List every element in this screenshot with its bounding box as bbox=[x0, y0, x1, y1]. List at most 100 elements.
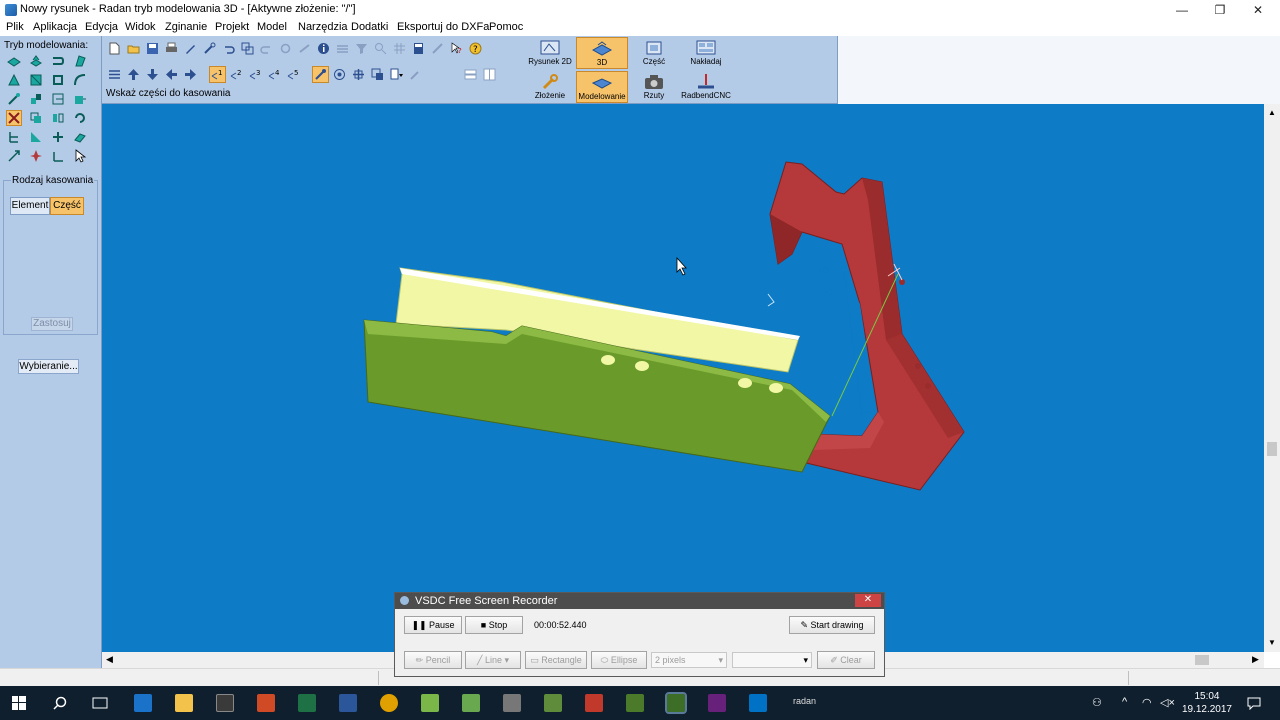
redo-icon[interactable] bbox=[258, 40, 275, 57]
excel-icon[interactable] bbox=[298, 694, 316, 712]
apply-button[interactable]: Zastosuj bbox=[31, 317, 73, 331]
vectric-icon[interactable] bbox=[421, 694, 439, 712]
select-button[interactable]: Wybieranie... bbox=[18, 359, 79, 374]
arrow-up-icon[interactable] bbox=[125, 66, 142, 83]
join-tool-icon[interactable] bbox=[28, 91, 44, 107]
tab-3d[interactable]: 3D bbox=[576, 37, 628, 69]
pointer-tool-icon[interactable] bbox=[72, 148, 88, 164]
page-dropdown-icon[interactable] bbox=[388, 66, 405, 83]
radan-taskbar-icon[interactable] bbox=[665, 692, 687, 714]
word-icon[interactable] bbox=[339, 694, 357, 712]
stop-button[interactable]: ■ Stop bbox=[465, 616, 523, 634]
menu-dodatki[interactable]: Dodatki bbox=[351, 21, 388, 33]
line-tool-button[interactable]: ╱ Line ▾ bbox=[465, 651, 521, 669]
move-tool-icon[interactable] bbox=[50, 129, 66, 145]
task-view-icon[interactable] bbox=[92, 696, 108, 710]
app-icon[interactable] bbox=[544, 694, 562, 712]
save-icon[interactable] bbox=[144, 40, 161, 57]
rotate-tool-icon[interactable] bbox=[72, 110, 88, 126]
notification-icon[interactable] bbox=[1247, 696, 1261, 710]
rectangle-tool-button[interactable]: ▭ Rectangle bbox=[525, 651, 587, 669]
undo-icon[interactable] bbox=[220, 40, 237, 57]
menu-projekt[interactable]: Projekt bbox=[215, 21, 249, 33]
relief-tool-icon[interactable] bbox=[72, 72, 88, 88]
bend-tool-icon[interactable] bbox=[72, 53, 88, 69]
pencil-icon[interactable] bbox=[182, 40, 199, 57]
extrude-tool-icon[interactable] bbox=[6, 53, 22, 69]
wifi-icon[interactable]: ◠ bbox=[1142, 696, 1152, 709]
scroll-up-icon[interactable]: ▲ bbox=[1268, 108, 1276, 117]
vertical-scrollbar[interactable]: ▲ ▼ bbox=[1264, 104, 1280, 652]
view-1-icon[interactable]: 1 bbox=[209, 66, 226, 83]
line-thickness-select[interactable]: 2 pixels ▾ bbox=[651, 652, 727, 668]
arrow-right-icon[interactable] bbox=[182, 66, 199, 83]
color-select[interactable]: ▾ bbox=[732, 652, 812, 668]
sketch-tool-icon[interactable] bbox=[6, 91, 22, 107]
minimize-button[interactable]: — bbox=[1162, 0, 1202, 20]
refresh-icon[interactable] bbox=[277, 40, 294, 57]
view-5-icon[interactable]: 5 bbox=[285, 66, 302, 83]
pause-button[interactable]: ❚❚ Pause bbox=[404, 616, 462, 634]
scroll-down-icon[interactable]: ▼ bbox=[1268, 638, 1276, 647]
filter-icon[interactable] bbox=[353, 40, 370, 57]
view-3-icon[interactable]: 3 bbox=[247, 66, 264, 83]
hem-tool-icon[interactable] bbox=[50, 72, 66, 88]
3d-model-scene[interactable] bbox=[102, 104, 1264, 652]
cut-tool-icon[interactable] bbox=[6, 72, 22, 88]
hierarchy-tool-icon[interactable] bbox=[6, 129, 22, 145]
ellipse-tool-button[interactable]: ⬭ Ellipse bbox=[591, 651, 647, 669]
view-4-icon[interactable]: 4 bbox=[266, 66, 283, 83]
grid-icon[interactable] bbox=[391, 40, 408, 57]
layout-icon[interactable] bbox=[106, 66, 123, 83]
tray-chevron-icon[interactable]: ^ bbox=[1122, 696, 1127, 708]
arrow-down-icon[interactable] bbox=[144, 66, 161, 83]
vertical-scroll-thumb[interactable] bbox=[1267, 442, 1277, 456]
open-folder-icon[interactable] bbox=[125, 40, 142, 57]
menu-widok[interactable]: Widok bbox=[125, 21, 156, 33]
menu-zginanie[interactable]: Zginanie bbox=[165, 21, 207, 33]
unfold-tool-icon[interactable] bbox=[50, 91, 66, 107]
store-icon[interactable] bbox=[216, 694, 234, 712]
tab-zlozenie[interactable]: Złożenie bbox=[524, 71, 576, 103]
tile-horizontal-icon[interactable] bbox=[462, 66, 479, 83]
tab-radbendcnc[interactable]: RadbendCNC bbox=[680, 71, 732, 103]
flange-tool-icon[interactable] bbox=[50, 53, 66, 69]
segment-element[interactable]: Element bbox=[10, 197, 50, 215]
tools-icon[interactable] bbox=[201, 40, 218, 57]
menu-narzedzia[interactable]: Narzędzia bbox=[298, 21, 348, 33]
boss-tool-icon[interactable] bbox=[28, 53, 44, 69]
print-icon[interactable] bbox=[163, 40, 180, 57]
delete-tool-icon[interactable] bbox=[6, 110, 22, 126]
menu-aplikacja[interactable]: Aplikacja bbox=[33, 21, 77, 33]
tab-nakladaj[interactable]: Nakładaj bbox=[680, 37, 732, 69]
clear-button[interactable]: ✐ Clear bbox=[817, 651, 875, 669]
start-drawing-button[interactable]: ✎ Start drawing bbox=[789, 616, 875, 634]
eyedropper-icon[interactable] bbox=[407, 66, 424, 83]
dimension-tool-icon[interactable] bbox=[6, 148, 22, 164]
taskbar-clock[interactable]: 15:04 19.12.2017 bbox=[1182, 690, 1232, 716]
axis-tool-icon[interactable] bbox=[50, 148, 66, 164]
layers-icon[interactable] bbox=[334, 40, 351, 57]
copy-tool-icon[interactable] bbox=[28, 110, 44, 126]
tab-rysunek-2d[interactable]: Rysunek 2D bbox=[524, 37, 576, 69]
menu-pomoc[interactable]: Pomoc bbox=[489, 21, 523, 33]
new-file-icon[interactable] bbox=[106, 40, 123, 57]
pencil-tool-button[interactable]: ✏ Pencil bbox=[404, 651, 462, 669]
target-icon[interactable] bbox=[331, 66, 348, 83]
measure-icon[interactable] bbox=[429, 40, 446, 57]
snap-icon[interactable] bbox=[312, 66, 329, 83]
recorder-close-button[interactable]: ✕ bbox=[855, 594, 881, 607]
tab-tool-icon[interactable] bbox=[28, 129, 44, 145]
people-icon[interactable]: ⚇ bbox=[1092, 696, 1102, 709]
context-help-icon[interactable]: ? bbox=[448, 40, 465, 57]
outlook-icon[interactable] bbox=[749, 694, 767, 712]
menu-eksportuj-dxf[interactable]: Eksportuj do DXFa bbox=[397, 21, 489, 33]
file-explorer-icon[interactable] bbox=[175, 694, 193, 712]
app-icon[interactable] bbox=[462, 694, 480, 712]
chrome-icon[interactable] bbox=[380, 694, 398, 712]
view-2-icon[interactable]: 2 bbox=[228, 66, 245, 83]
close-button[interactable]: ✕ bbox=[1238, 0, 1278, 20]
visual-studio-icon[interactable] bbox=[708, 694, 726, 712]
arrow-left-icon[interactable] bbox=[163, 66, 180, 83]
maximize-button[interactable]: ❐ bbox=[1200, 0, 1240, 20]
